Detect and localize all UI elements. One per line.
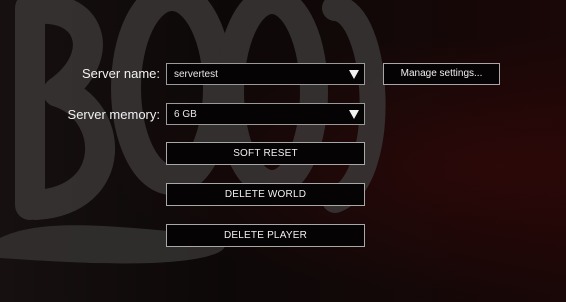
server-memory-dropdown[interactable]: 6 GB — [166, 103, 365, 125]
manage-settings-button[interactable]: Manage settings... — [383, 63, 500, 85]
server-memory-value: 6 GB — [174, 109, 197, 120]
delete-world-button[interactable]: DELETE WORLD — [166, 183, 365, 206]
triangle-down-icon — [349, 70, 359, 79]
delete-player-button[interactable]: DELETE PLAYER — [166, 224, 365, 247]
soft-reset-button[interactable]: SOFT RESET — [166, 142, 365, 165]
server-memory-label: Server memory: — [67, 107, 160, 122]
server-name-dropdown[interactable]: servertest — [166, 63, 365, 85]
server-settings-screen: Server name: servertest Manage settings.… — [0, 0, 566, 302]
triangle-down-icon — [349, 110, 359, 119]
server-name-value: servertest — [174, 69, 218, 80]
server-name-label: Server name: — [81, 66, 160, 81]
